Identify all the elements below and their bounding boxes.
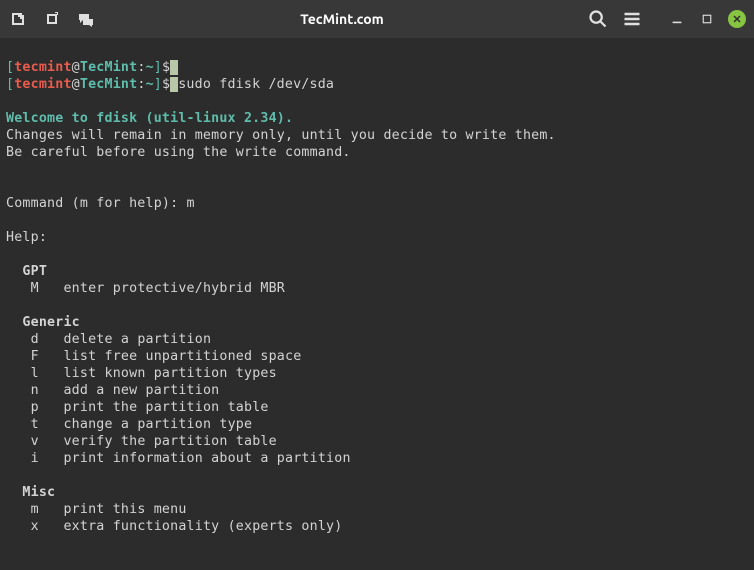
command-prompt: Command (m for help): m — [6, 196, 195, 211]
section-generic-title: Generic — [6, 315, 80, 330]
window-title: TecMint.com — [96, 11, 588, 27]
help-item: t change a partition type — [6, 417, 252, 432]
help-item: l list known partition types — [6, 366, 277, 381]
titlebar-right — [588, 9, 746, 29]
titlebar: TecMint.com — [0, 0, 754, 38]
menu-icon[interactable] — [622, 9, 642, 29]
new-tab-icon[interactable] — [8, 9, 28, 29]
search-icon[interactable] — [588, 9, 608, 29]
command-text: sudo fdisk /dev/sda — [178, 77, 334, 92]
titlebar-left — [8, 9, 96, 29]
minimize-button[interactable] — [668, 10, 686, 28]
new-window-icon[interactable] — [42, 9, 62, 29]
prompt-line-1: [tecmint@TecMint:~]$ — [6, 60, 178, 75]
help-item: p print the partition table — [6, 400, 269, 415]
help-item: F list free unpartitioned space — [6, 349, 301, 364]
welcome-text: Welcome to fdisk (util-linux 2.34). — [6, 111, 293, 126]
section-misc-title: Misc — [6, 485, 55, 500]
prompt-line-2: [tecmint@TecMint:~]$sudo fdisk /dev/sda — [6, 77, 334, 92]
help-item: n add a new partition — [6, 383, 219, 398]
help-item: x extra functionality (experts only) — [6, 519, 342, 534]
help-item: d delete a partition — [6, 332, 211, 347]
help-item: m print this menu — [6, 502, 187, 517]
info-text-1: Changes will remain in memory only, unti… — [6, 128, 556, 143]
help-item: i print information about a partition — [6, 451, 351, 466]
cursor-icon — [170, 60, 178, 75]
terminal-content[interactable]: [tecmint@TecMint:~]$ [tecmint@TecMint:~]… — [0, 38, 754, 539]
section-gpt-title: GPT — [6, 264, 47, 279]
window-controls — [668, 10, 746, 28]
help-item: M enter protective/hybrid MBR — [6, 281, 285, 296]
info-text-2: Be careful before using the write comman… — [6, 145, 351, 160]
help-label: Help: — [6, 230, 47, 245]
close-button[interactable] — [728, 10, 746, 28]
help-item: v verify the partition table — [6, 434, 277, 449]
chat-icon[interactable] — [76, 9, 96, 29]
maximize-button[interactable] — [698, 10, 716, 28]
